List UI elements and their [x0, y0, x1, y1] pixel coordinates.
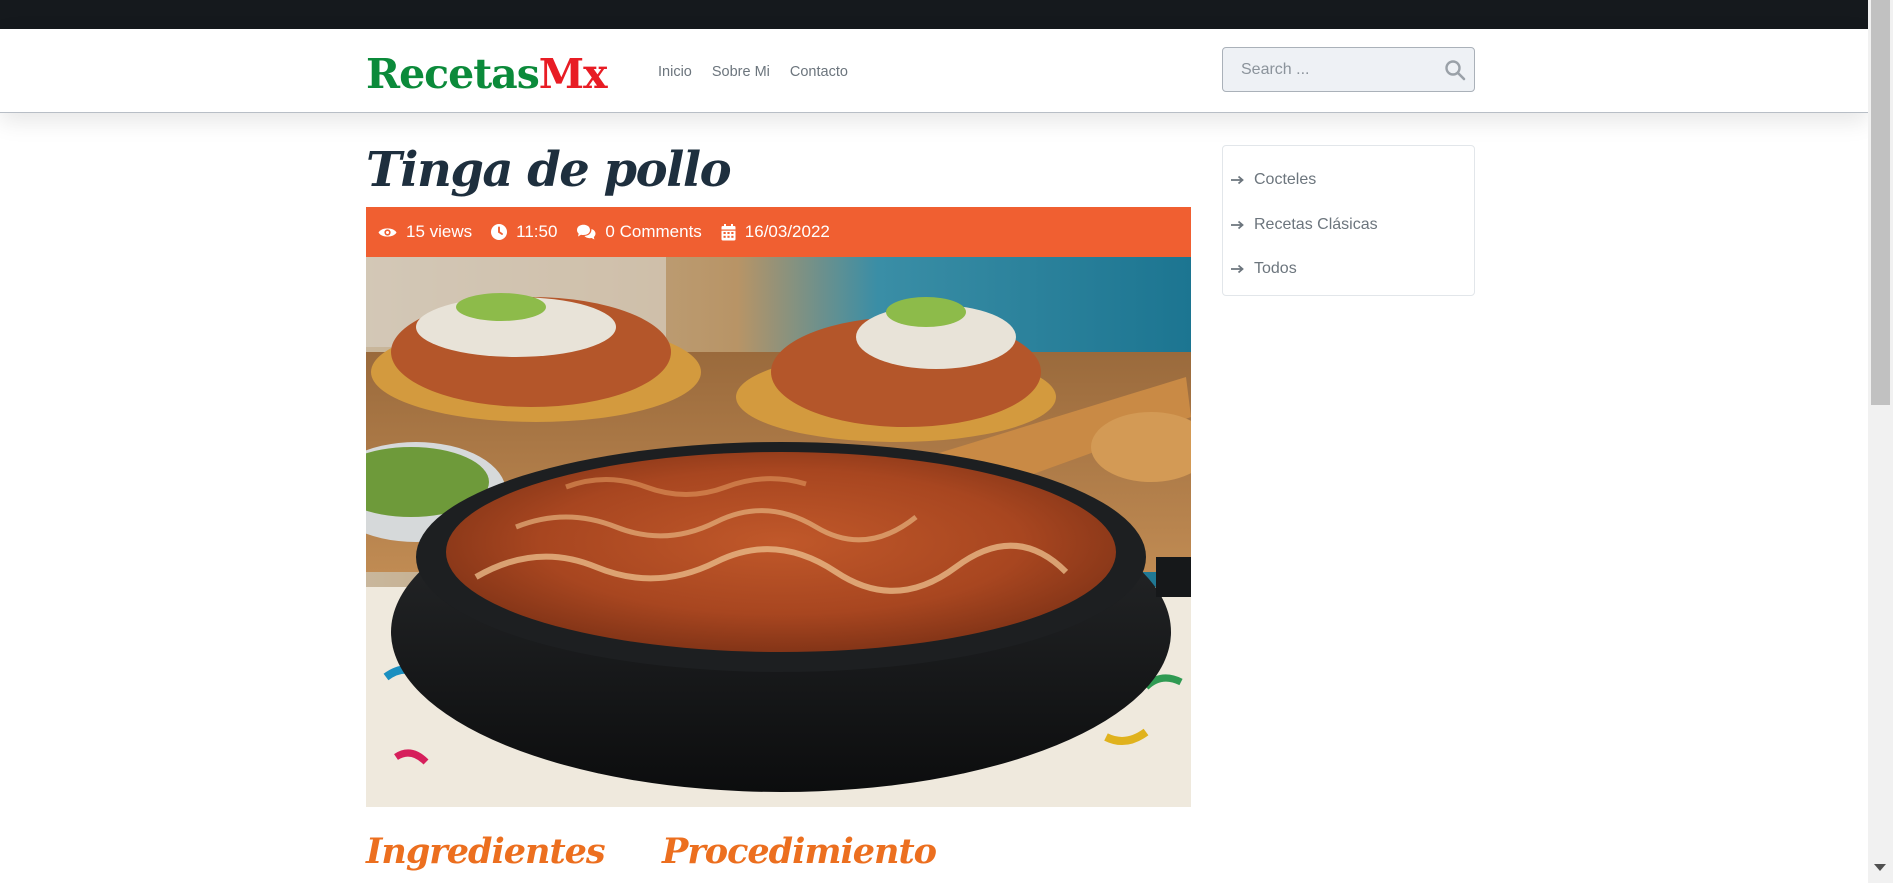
- arrow-right-icon: [1231, 265, 1244, 274]
- procedimiento-heading: Procedimiento: [662, 831, 937, 872]
- sidebar-item-label: Todos: [1254, 260, 1297, 278]
- sidebar-item-label: Recetas Clásicas: [1254, 215, 1378, 233]
- clock-icon: [491, 224, 508, 240]
- post-date: 16/03/2022: [744, 222, 830, 241]
- meta-time: 11:50: [491, 222, 557, 242]
- scrollbar-thumb[interactable]: [1871, 0, 1890, 405]
- post-time: 11:50: [516, 222, 558, 241]
- calendar-icon: [721, 223, 736, 240]
- sidebar-item-todos[interactable]: Todos: [1223, 247, 1474, 292]
- site-logo[interactable]: RecetasMx: [366, 49, 608, 99]
- logo-part-mx: Mx: [538, 50, 608, 98]
- meta-views: 15 views: [378, 222, 472, 242]
- comments-count: 0 Comments: [605, 222, 702, 241]
- scroll-down-arrow-icon[interactable]: [1874, 864, 1886, 871]
- page-scrollbar[interactable]: [1868, 0, 1893, 883]
- search-input[interactable]: [1223, 48, 1451, 91]
- sidebar-item-recetas-clasicas[interactable]: Recetas Clásicas: [1223, 203, 1474, 248]
- logo-part-recetas: Recetas: [366, 50, 540, 98]
- search-box: [1222, 47, 1475, 92]
- meta-comments[interactable]: 0 Comments: [576, 222, 702, 242]
- arrow-right-icon: [1231, 176, 1244, 185]
- nav-link-inicio[interactable]: Inicio: [658, 63, 692, 81]
- comments-icon: [577, 224, 596, 240]
- navbar: RecetasMx Inicio Sobre Mi Contacto: [0, 29, 1868, 113]
- post-meta-bar: 15 views 11:50 0 Comments 16/03/2022: [366, 207, 1191, 257]
- main-nav: Inicio Sobre Mi Contacto: [658, 63, 848, 81]
- sidebar-item-label: Cocteles: [1254, 171, 1317, 189]
- recipe-hero-image: [366, 257, 1191, 807]
- sidebar-item-cocteles[interactable]: Cocteles: [1223, 158, 1474, 203]
- search-icon[interactable]: [1444, 59, 1466, 81]
- top-bar: [0, 0, 1868, 29]
- arrow-right-icon: [1231, 220, 1244, 229]
- categories-sidebar: Cocteles Recetas Clásicas Todos: [1222, 145, 1475, 296]
- eye-icon: [378, 227, 397, 237]
- ingredientes-heading: Ingredientes: [366, 831, 606, 872]
- post-title: Tinga de pollo: [366, 142, 732, 198]
- views-count: 15 views: [406, 222, 473, 241]
- meta-date: 16/03/2022: [721, 222, 830, 242]
- nav-link-contacto[interactable]: Contacto: [790, 63, 848, 81]
- nav-link-sobre-mi[interactable]: Sobre Mi: [712, 63, 770, 81]
